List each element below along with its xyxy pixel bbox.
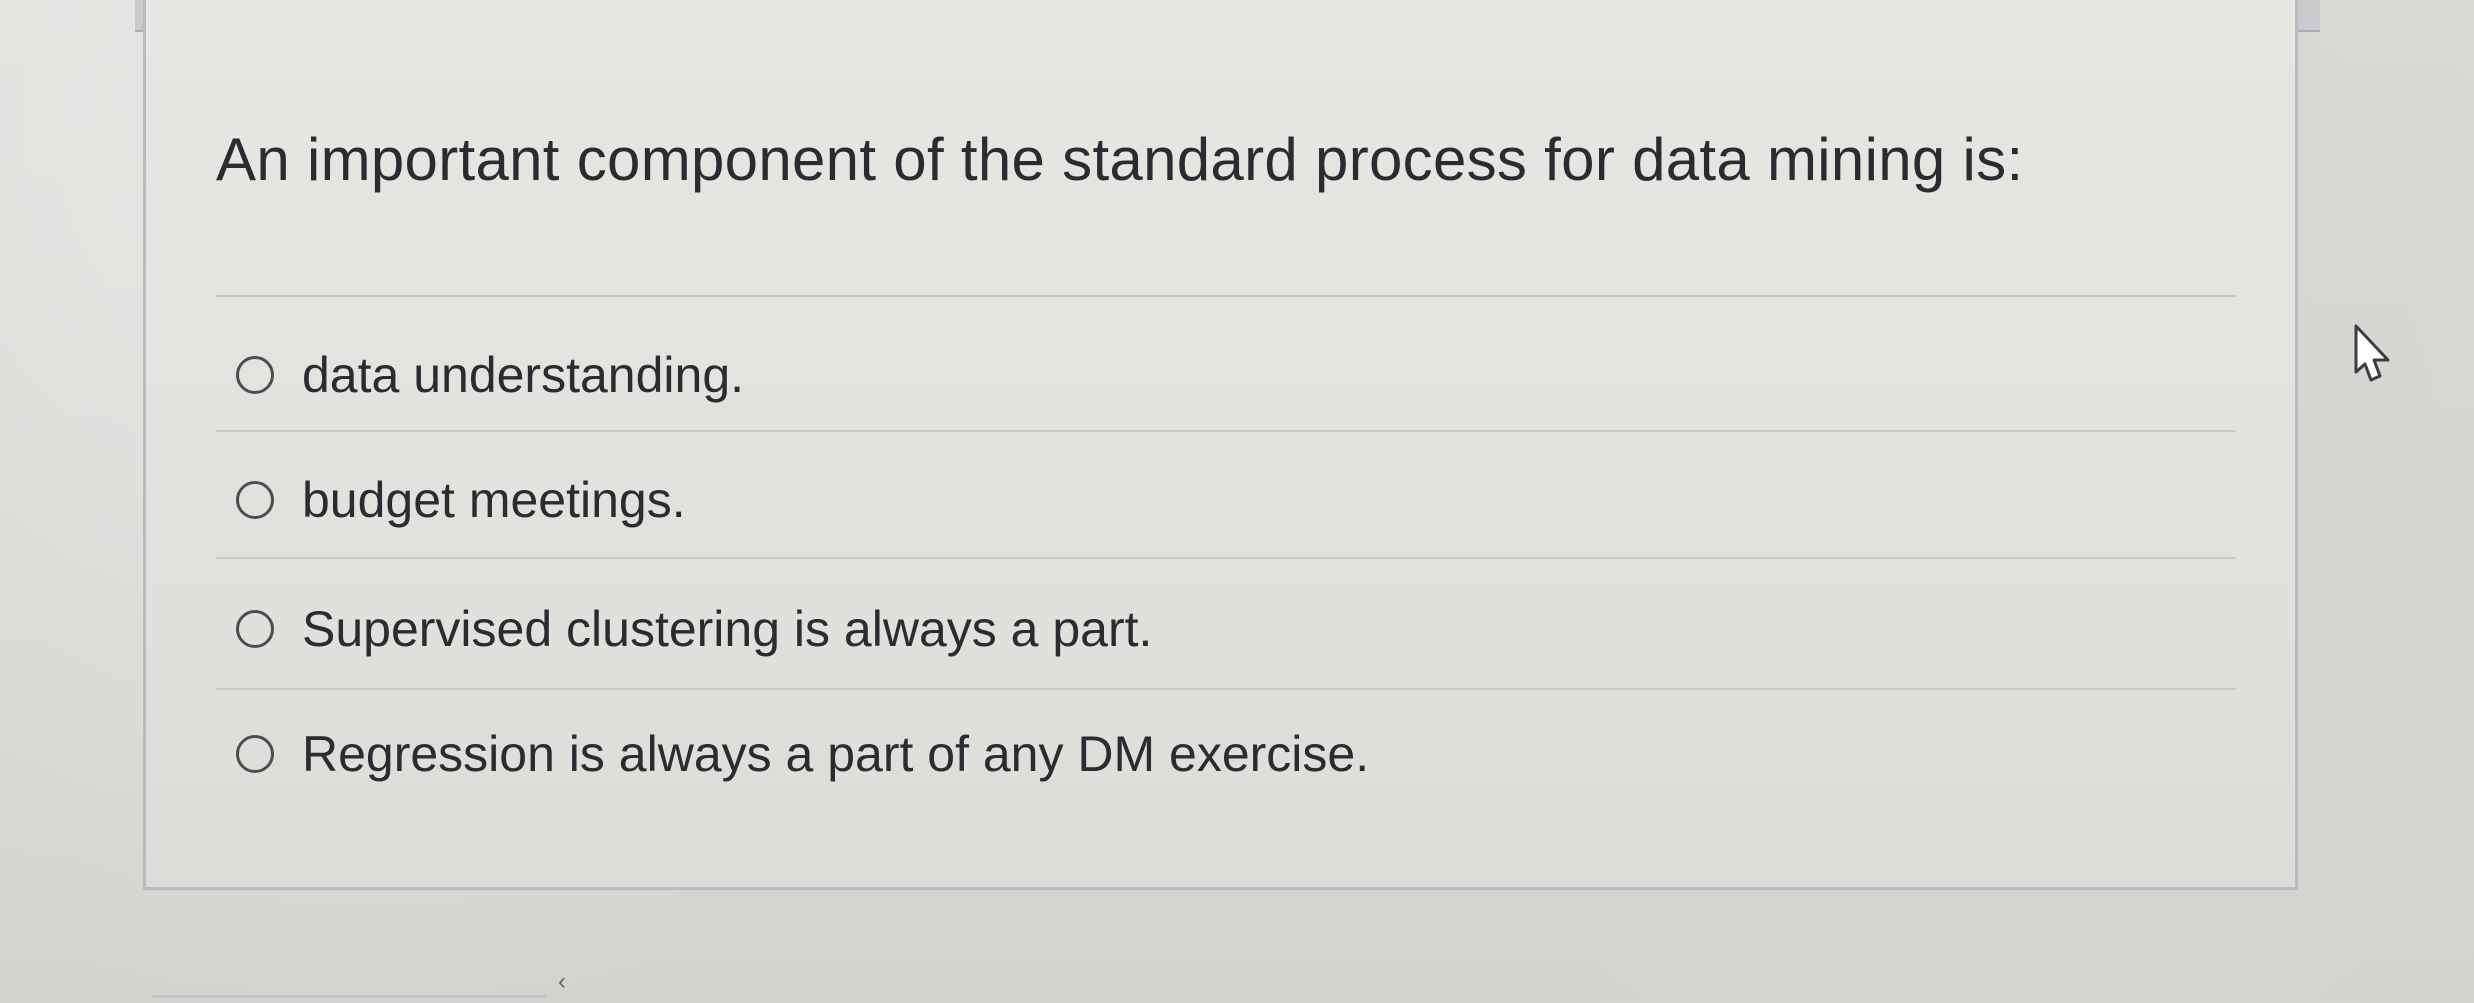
- question-text: An important component of the standard p…: [216, 126, 2024, 193]
- answer-option-label-2: budget meetings.: [302, 472, 686, 528]
- separator: [216, 688, 2236, 690]
- stray-mark: ‹: [558, 968, 566, 995]
- radio-button-4[interactable]: [236, 735, 274, 773]
- radio-button-3[interactable]: [236, 610, 274, 648]
- answer-option-1[interactable]: data understanding.: [236, 330, 744, 420]
- bottom-tab-outline: [152, 995, 547, 1003]
- answer-option-3[interactable]: Supervised clustering is always a part.: [236, 584, 1152, 674]
- radio-button-1[interactable]: [236, 356, 274, 394]
- answer-option-4[interactable]: Regression is always a part of any DM ex…: [236, 709, 1369, 799]
- answer-option-label-4: Regression is always a part of any DM ex…: [302, 726, 1370, 782]
- answer-option-label-3: Supervised clustering is always a part.: [302, 601, 1153, 657]
- separator: [216, 430, 2236, 432]
- pointer-hand-icon: [2350, 322, 2400, 388]
- answer-option-2[interactable]: budget meetings.: [236, 455, 686, 545]
- radio-button-2[interactable]: [236, 481, 274, 519]
- question-card: An important component of the standard p…: [143, 0, 2298, 890]
- separator: [216, 295, 2236, 297]
- answer-option-label-1: data understanding.: [302, 347, 745, 403]
- separator: [216, 557, 2236, 559]
